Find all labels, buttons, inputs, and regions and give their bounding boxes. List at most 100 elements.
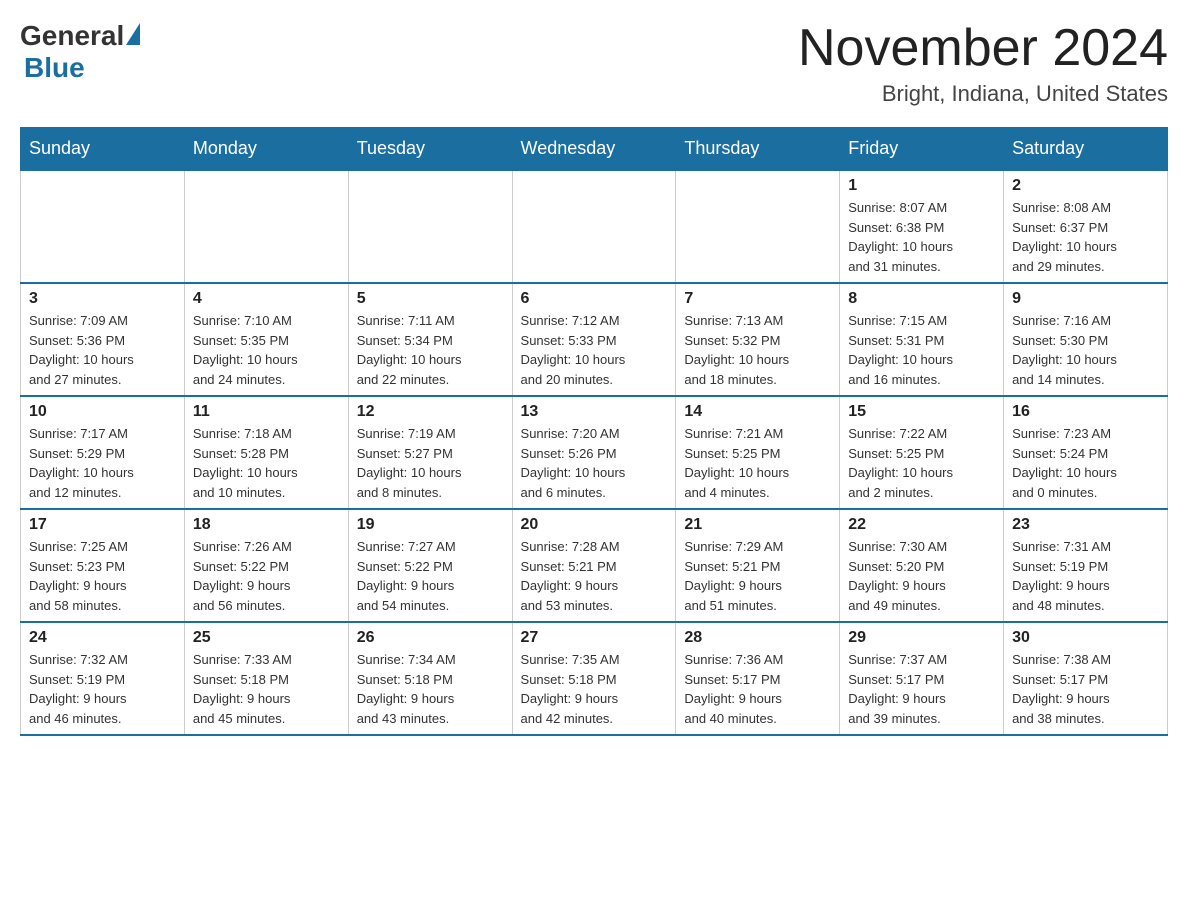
calendar-cell: 9 Sunrise: 7:16 AM Sunset: 5:30 PM Daylig… bbox=[1004, 283, 1168, 396]
calendar-cell: 3 Sunrise: 7:09 AM Sunset: 5:36 PM Daylig… bbox=[21, 283, 185, 396]
calendar-cell: 24 Sunrise: 7:32 AM Sunset: 5:19 PM Dayli… bbox=[21, 622, 185, 735]
day-info: Sunrise: 7:36 AM Sunset: 5:17 PM Dayligh… bbox=[684, 650, 831, 728]
day-of-week-header: Wednesday bbox=[512, 128, 676, 171]
calendar-cell: 13Sunrise: 7:20 AM Sunset: 5:26 PM Dayli… bbox=[512, 396, 676, 509]
day-number: 6 bbox=[521, 290, 668, 308]
calendar-cell: 25 Sunrise: 7:33 AM Sunset: 5:18 PM Dayli… bbox=[184, 622, 348, 735]
day-info: Sunrise: 7:21 AM Sunset: 5:25 PM Dayligh… bbox=[684, 424, 831, 502]
calendar-cell: 27 Sunrise: 7:35 AM Sunset: 5:18 PM Dayli… bbox=[512, 622, 676, 735]
calendar-cell: 4 Sunrise: 7:10 AM Sunset: 5:35 PM Daylig… bbox=[184, 283, 348, 396]
calendar-cell bbox=[676, 170, 840, 283]
day-info: Sunrise: 7:10 AM Sunset: 5:35 PM Dayligh… bbox=[193, 311, 340, 389]
calendar-cell: 20Sunrise: 7:28 AM Sunset: 5:21 PM Dayli… bbox=[512, 509, 676, 622]
day-number: 29 bbox=[848, 629, 995, 647]
day-number: 10 bbox=[29, 403, 176, 421]
day-number: 22 bbox=[848, 516, 995, 534]
calendar-cell: 2 Sunrise: 8:08 AM Sunset: 6:37 PM Daylig… bbox=[1004, 170, 1168, 283]
day-info: Sunrise: 7:23 AM Sunset: 5:24 PM Dayligh… bbox=[1012, 424, 1159, 502]
day-number: 2 bbox=[1012, 177, 1159, 195]
calendar-cell: 16 Sunrise: 7:23 AM Sunset: 5:24 PM Dayli… bbox=[1004, 396, 1168, 509]
day-info: Sunrise: 7:17 AM Sunset: 5:29 PM Dayligh… bbox=[29, 424, 176, 502]
calendar-cell: 19Sunrise: 7:27 AM Sunset: 5:22 PM Dayli… bbox=[348, 509, 512, 622]
day-number: 24 bbox=[29, 629, 176, 647]
day-info: Sunrise: 7:15 AM Sunset: 5:31 PM Dayligh… bbox=[848, 311, 995, 389]
day-number: 18 bbox=[193, 516, 340, 534]
day-number: 17 bbox=[29, 516, 176, 534]
day-info: Sunrise: 7:12 AM Sunset: 5:33 PM Dayligh… bbox=[521, 311, 668, 389]
day-number: 16 bbox=[1012, 403, 1159, 421]
day-info: Sunrise: 7:30 AM Sunset: 5:20 PM Dayligh… bbox=[848, 537, 995, 615]
calendar-week-row: 24 Sunrise: 7:32 AM Sunset: 5:19 PM Dayli… bbox=[21, 622, 1168, 735]
calendar-week-row: 1 Sunrise: 8:07 AM Sunset: 6:38 PM Daylig… bbox=[21, 170, 1168, 283]
day-of-week-header: Friday bbox=[840, 128, 1004, 171]
logo-blue: Blue bbox=[24, 52, 85, 83]
calendar-cell: 23Sunrise: 7:31 AM Sunset: 5:19 PM Dayli… bbox=[1004, 509, 1168, 622]
day-info: Sunrise: 7:32 AM Sunset: 5:19 PM Dayligh… bbox=[29, 650, 176, 728]
day-info: Sunrise: 7:33 AM Sunset: 5:18 PM Dayligh… bbox=[193, 650, 340, 728]
day-info: Sunrise: 7:35 AM Sunset: 5:18 PM Dayligh… bbox=[521, 650, 668, 728]
calendar-cell: 8 Sunrise: 7:15 AM Sunset: 5:31 PM Daylig… bbox=[840, 283, 1004, 396]
day-number: 9 bbox=[1012, 290, 1159, 308]
day-number: 14 bbox=[684, 403, 831, 421]
day-number: 8 bbox=[848, 290, 995, 308]
calendar-cell: 22 Sunrise: 7:30 AM Sunset: 5:20 PM Dayli… bbox=[840, 509, 1004, 622]
calendar-cell: 29 Sunrise: 7:37 AM Sunset: 5:17 PM Dayli… bbox=[840, 622, 1004, 735]
day-info: Sunrise: 7:38 AM Sunset: 5:17 PM Dayligh… bbox=[1012, 650, 1159, 728]
logo-general: General bbox=[20, 20, 124, 52]
logo: General Blue bbox=[20, 20, 142, 84]
day-number: 7 bbox=[684, 290, 831, 308]
day-number: 30 bbox=[1012, 629, 1159, 647]
day-info: Sunrise: 7:19 AM Sunset: 5:27 PM Dayligh… bbox=[357, 424, 504, 502]
calendar-cell: 10 Sunrise: 7:17 AM Sunset: 5:29 PM Dayli… bbox=[21, 396, 185, 509]
calendar-cell bbox=[348, 170, 512, 283]
day-of-week-header: Monday bbox=[184, 128, 348, 171]
day-info: Sunrise: 7:20 AM Sunset: 5:26 PM Dayligh… bbox=[521, 424, 668, 502]
logo-text: General bbox=[20, 20, 142, 52]
title-section: November 2024 Bright, Indiana, United St… bbox=[798, 20, 1168, 107]
calendar-cell: 15Sunrise: 7:22 AM Sunset: 5:25 PM Dayli… bbox=[840, 396, 1004, 509]
day-number: 19 bbox=[357, 516, 504, 534]
calendar-table: SundayMondayTuesdayWednesdayThursdayFrid… bbox=[20, 127, 1168, 736]
day-info: Sunrise: 8:08 AM Sunset: 6:37 PM Dayligh… bbox=[1012, 198, 1159, 276]
calendar-week-row: 3 Sunrise: 7:09 AM Sunset: 5:36 PM Daylig… bbox=[21, 283, 1168, 396]
day-number: 27 bbox=[521, 629, 668, 647]
day-number: 26 bbox=[357, 629, 504, 647]
calendar-week-row: 10 Sunrise: 7:17 AM Sunset: 5:29 PM Dayli… bbox=[21, 396, 1168, 509]
day-number: 25 bbox=[193, 629, 340, 647]
day-of-week-header: Sunday bbox=[21, 128, 185, 171]
day-number: 12 bbox=[357, 403, 504, 421]
calendar-cell bbox=[184, 170, 348, 283]
day-info: Sunrise: 8:07 AM Sunset: 6:38 PM Dayligh… bbox=[848, 198, 995, 276]
day-info: Sunrise: 7:37 AM Sunset: 5:17 PM Dayligh… bbox=[848, 650, 995, 728]
calendar-cell: 26 Sunrise: 7:34 AM Sunset: 5:18 PM Dayli… bbox=[348, 622, 512, 735]
calendar-cell: 6 Sunrise: 7:12 AM Sunset: 5:33 PM Daylig… bbox=[512, 283, 676, 396]
day-number: 3 bbox=[29, 290, 176, 308]
day-number: 11 bbox=[193, 403, 340, 421]
calendar-cell: 14 Sunrise: 7:21 AM Sunset: 5:25 PM Dayli… bbox=[676, 396, 840, 509]
day-number: 21 bbox=[684, 516, 831, 534]
day-number: 4 bbox=[193, 290, 340, 308]
month-title: November 2024 bbox=[798, 20, 1168, 77]
calendar-week-row: 17 Sunrise: 7:25 AM Sunset: 5:23 PM Dayli… bbox=[21, 509, 1168, 622]
day-info: Sunrise: 7:18 AM Sunset: 5:28 PM Dayligh… bbox=[193, 424, 340, 502]
day-number: 20 bbox=[521, 516, 668, 534]
day-number: 1 bbox=[848, 177, 995, 195]
day-info: Sunrise: 7:09 AM Sunset: 5:36 PM Dayligh… bbox=[29, 311, 176, 389]
day-of-week-header: Saturday bbox=[1004, 128, 1168, 171]
day-number: 28 bbox=[684, 629, 831, 647]
calendar-cell: 18Sunrise: 7:26 AM Sunset: 5:22 PM Dayli… bbox=[184, 509, 348, 622]
day-info: Sunrise: 7:31 AM Sunset: 5:19 PM Dayligh… bbox=[1012, 537, 1159, 615]
logo-triangle-icon bbox=[126, 23, 140, 45]
day-of-week-header: Thursday bbox=[676, 128, 840, 171]
day-info: Sunrise: 7:13 AM Sunset: 5:32 PM Dayligh… bbox=[684, 311, 831, 389]
location: Bright, Indiana, United States bbox=[798, 81, 1168, 107]
day-info: Sunrise: 7:25 AM Sunset: 5:23 PM Dayligh… bbox=[29, 537, 176, 615]
day-info: Sunrise: 7:11 AM Sunset: 5:34 PM Dayligh… bbox=[357, 311, 504, 389]
calendar-cell: 17 Sunrise: 7:25 AM Sunset: 5:23 PM Dayli… bbox=[21, 509, 185, 622]
day-number: 5 bbox=[357, 290, 504, 308]
day-info: Sunrise: 7:16 AM Sunset: 5:30 PM Dayligh… bbox=[1012, 311, 1159, 389]
calendar-cell bbox=[21, 170, 185, 283]
day-info: Sunrise: 7:22 AM Sunset: 5:25 PM Dayligh… bbox=[848, 424, 995, 502]
calendar-cell: 30 Sunrise: 7:38 AM Sunset: 5:17 PM Dayli… bbox=[1004, 622, 1168, 735]
day-info: Sunrise: 7:34 AM Sunset: 5:18 PM Dayligh… bbox=[357, 650, 504, 728]
